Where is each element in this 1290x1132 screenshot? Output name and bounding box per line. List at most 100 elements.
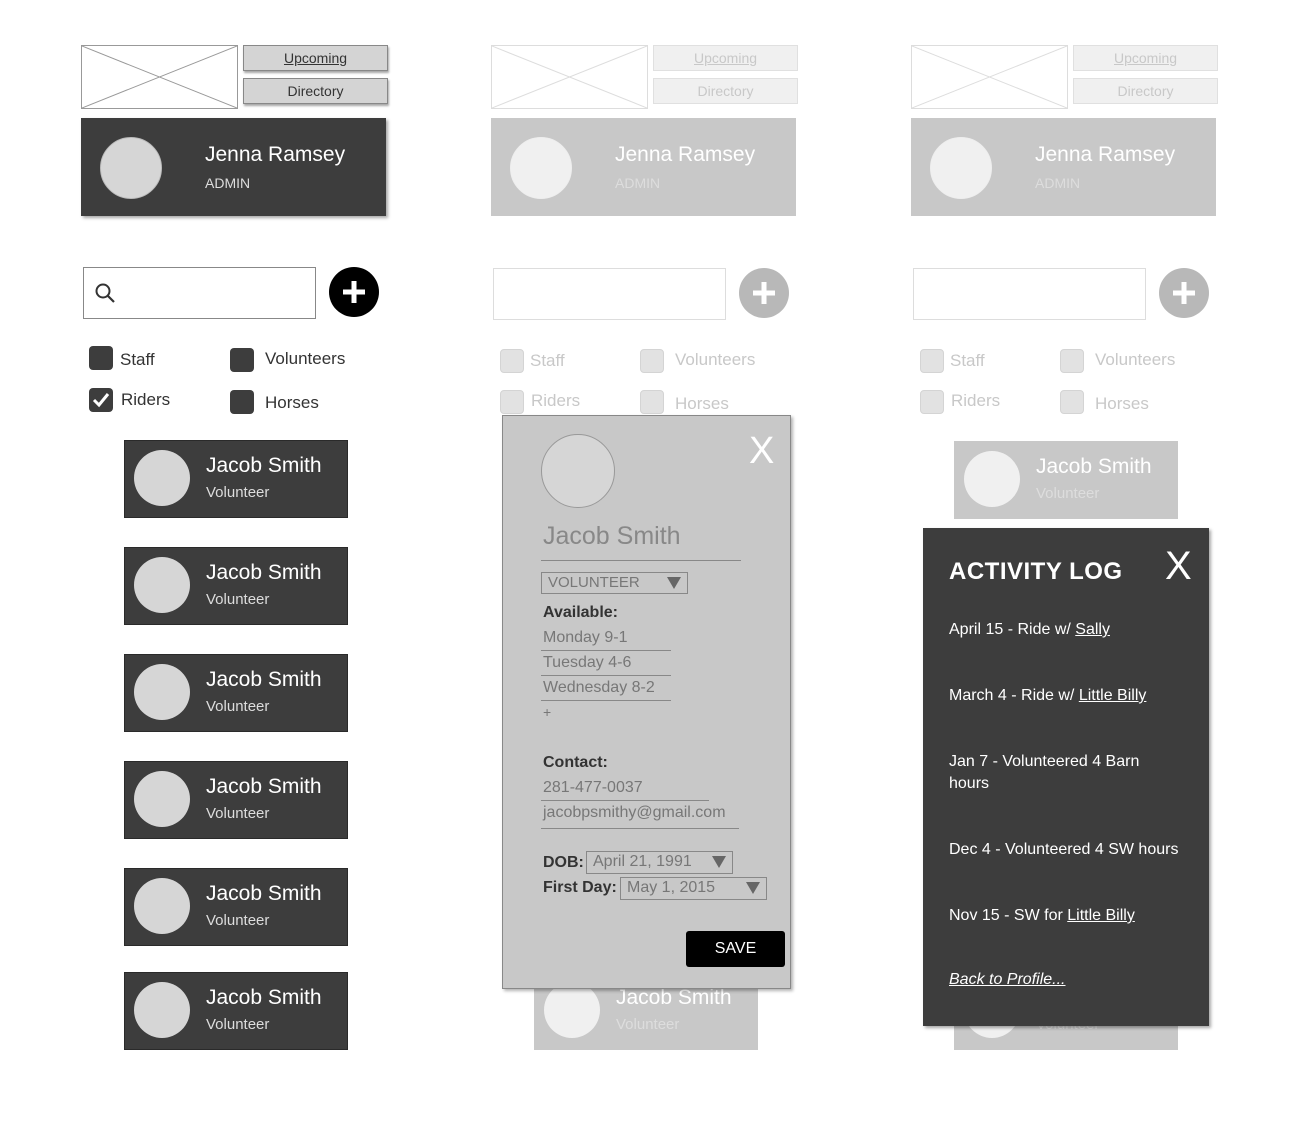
avatar <box>100 137 162 199</box>
back-to-profile-link[interactable]: Back to Profile... <box>949 971 1066 989</box>
logo-placeholder <box>81 45 238 109</box>
avatar[interactable] <box>541 434 615 508</box>
close-button[interactable]: X <box>749 432 774 470</box>
profile-name: Jenna Ramsey <box>205 143 346 166</box>
dropdown-arrow-icon <box>712 856 726 868</box>
volunteers-label: Volunteers <box>675 350 756 369</box>
add-button[interactable] <box>329 267 379 317</box>
staff-label: Staff <box>120 350 155 369</box>
avatar <box>134 878 190 934</box>
volunteers-checkbox[interactable] <box>230 348 254 372</box>
card-name: Jacob Smith <box>206 986 322 1009</box>
avatar <box>134 557 190 613</box>
card-name: Jacob Smith <box>206 561 322 584</box>
person-card[interactable]: Jacob Smith Volunteer <box>124 440 348 518</box>
person-card[interactable]: Jacob Smith Volunteer <box>124 761 348 839</box>
upcoming-button[interactable]: Upcoming <box>1073 45 1218 71</box>
role-select[interactable]: VOLUNTEER <box>541 572 688 594</box>
close-button[interactable]: X <box>1165 546 1192 586</box>
dob-select-value: April 21, 1991 <box>593 853 692 870</box>
add-button[interactable] <box>739 268 789 318</box>
log-entry-text: Nov 15 - SW for <box>949 907 1068 924</box>
log-entry: Jan 7 - Volunteered 4 Barn hours <box>949 751 1159 795</box>
profile-role: ADMIN <box>615 175 661 191</box>
avatar <box>134 450 190 506</box>
staff-label: Staff <box>950 351 985 370</box>
log-entry-text: Dec 4 - Volunteered 4 SW hours <box>949 841 1179 858</box>
person-link[interactable]: Sally <box>1075 621 1110 638</box>
availability-field[interactable]: Tuesday 4-6 <box>543 654 631 672</box>
search-input[interactable] <box>493 268 726 320</box>
volunteers-label: Volunteers <box>265 349 346 368</box>
card-name: Jacob Smith <box>616 986 732 1009</box>
log-entry-text: March 4 - Ride w/ <box>949 687 1079 704</box>
logo-placeholder <box>911 45 1068 109</box>
availability-field[interactable]: Monday 9-1 <box>543 629 628 647</box>
staff-checkbox[interactable] <box>920 349 944 373</box>
avatar <box>134 771 190 827</box>
person-link[interactable]: Little Billy <box>1079 687 1147 704</box>
person-card[interactable]: Jacob Smith Volunteer <box>954 441 1178 519</box>
card-name: Jacob Smith <box>206 454 322 477</box>
riders-checkbox[interactable] <box>89 388 113 412</box>
horses-checkbox[interactable] <box>1060 390 1084 414</box>
card-role: Volunteer <box>206 805 270 822</box>
card-role: Volunteer <box>206 484 270 501</box>
volunteers-checkbox[interactable] <box>640 349 664 373</box>
dob-select[interactable]: April 21, 1991 <box>586 851 733 874</box>
log-entry: March 4 - Ride w/ Little Billy <box>949 685 1189 707</box>
upcoming-button[interactable]: Upcoming <box>243 45 388 71</box>
log-entry: Dec 4 - Volunteered 4 SW hours <box>949 839 1189 861</box>
horses-checkbox[interactable] <box>230 390 254 414</box>
riders-checkbox[interactable] <box>920 390 944 414</box>
avatar <box>134 664 190 720</box>
person-card[interactable]: Jacob Smith Volunteer <box>124 868 348 946</box>
riders-label: Riders <box>531 391 581 410</box>
log-entry-text: Jan 7 - Volunteered 4 Barn hours <box>949 753 1140 792</box>
staff-checkbox[interactable] <box>89 346 113 370</box>
search-icon <box>95 283 115 303</box>
person-link[interactable]: Little Billy <box>1067 907 1135 924</box>
availability-field[interactable]: Wednesday 8-2 <box>543 679 655 697</box>
save-button[interactable]: SAVE <box>686 931 785 967</box>
email-field[interactable]: jacobpsmithy@gmail.com <box>543 804 726 822</box>
plus-icon <box>343 281 365 303</box>
avatar <box>134 982 190 1038</box>
avatar <box>930 137 992 199</box>
directory-button[interactable]: Directory <box>243 78 388 104</box>
field-underline <box>541 650 671 651</box>
horses-checkbox[interactable] <box>640 390 664 414</box>
plus-icon <box>1173 282 1195 304</box>
directory-button[interactable]: Directory <box>1073 78 1218 104</box>
add-availability-button[interactable]: + <box>543 704 551 720</box>
checkmark-icon <box>92 393 110 408</box>
riders-checkbox[interactable] <box>500 390 524 414</box>
card-role: Volunteer <box>206 698 270 715</box>
card-name: Jacob Smith <box>206 775 322 798</box>
contact-label: Contact: <box>543 754 608 771</box>
volunteers-checkbox[interactable] <box>1060 349 1084 373</box>
avatar <box>964 451 1020 507</box>
upcoming-button[interactable]: Upcoming <box>653 45 798 71</box>
card-role: Volunteer <box>206 912 270 929</box>
volunteers-label: Volunteers <box>1095 350 1176 369</box>
name-field[interactable]: Jacob Smith <box>543 522 681 551</box>
person-card[interactable]: Jacob Smith Volunteer <box>124 972 348 1050</box>
edit-person-modal: X Jacob Smith VOLUNTEER Available: Monda… <box>502 415 791 989</box>
phone-field[interactable]: 281-477-0037 <box>543 779 643 797</box>
staff-checkbox[interactable] <box>500 349 524 373</box>
person-card[interactable]: Jacob Smith Volunteer <box>124 654 348 732</box>
directory-button[interactable]: Directory <box>653 78 798 104</box>
profile-header[interactable]: Jenna Ramsey ADMIN <box>81 118 386 216</box>
add-button[interactable] <box>1159 268 1209 318</box>
log-entry: Nov 15 - SW for Little Billy <box>949 905 1189 927</box>
person-card[interactable]: Jacob Smith Volunteer <box>124 547 348 625</box>
profile-header[interactable]: Jenna Ramsey ADMIN <box>911 118 1216 216</box>
profile-header[interactable]: Jenna Ramsey ADMIN <box>491 118 796 216</box>
first-day-select[interactable]: May 1, 2015 <box>620 877 767 900</box>
activity-log-panel: ACTIVITY LOG X April 15 - Ride w/ Sally … <box>923 528 1209 1026</box>
search-input[interactable] <box>913 268 1146 320</box>
profile-role: ADMIN <box>205 175 251 191</box>
search-input[interactable] <box>83 267 316 319</box>
staff-label: Staff <box>530 351 565 370</box>
